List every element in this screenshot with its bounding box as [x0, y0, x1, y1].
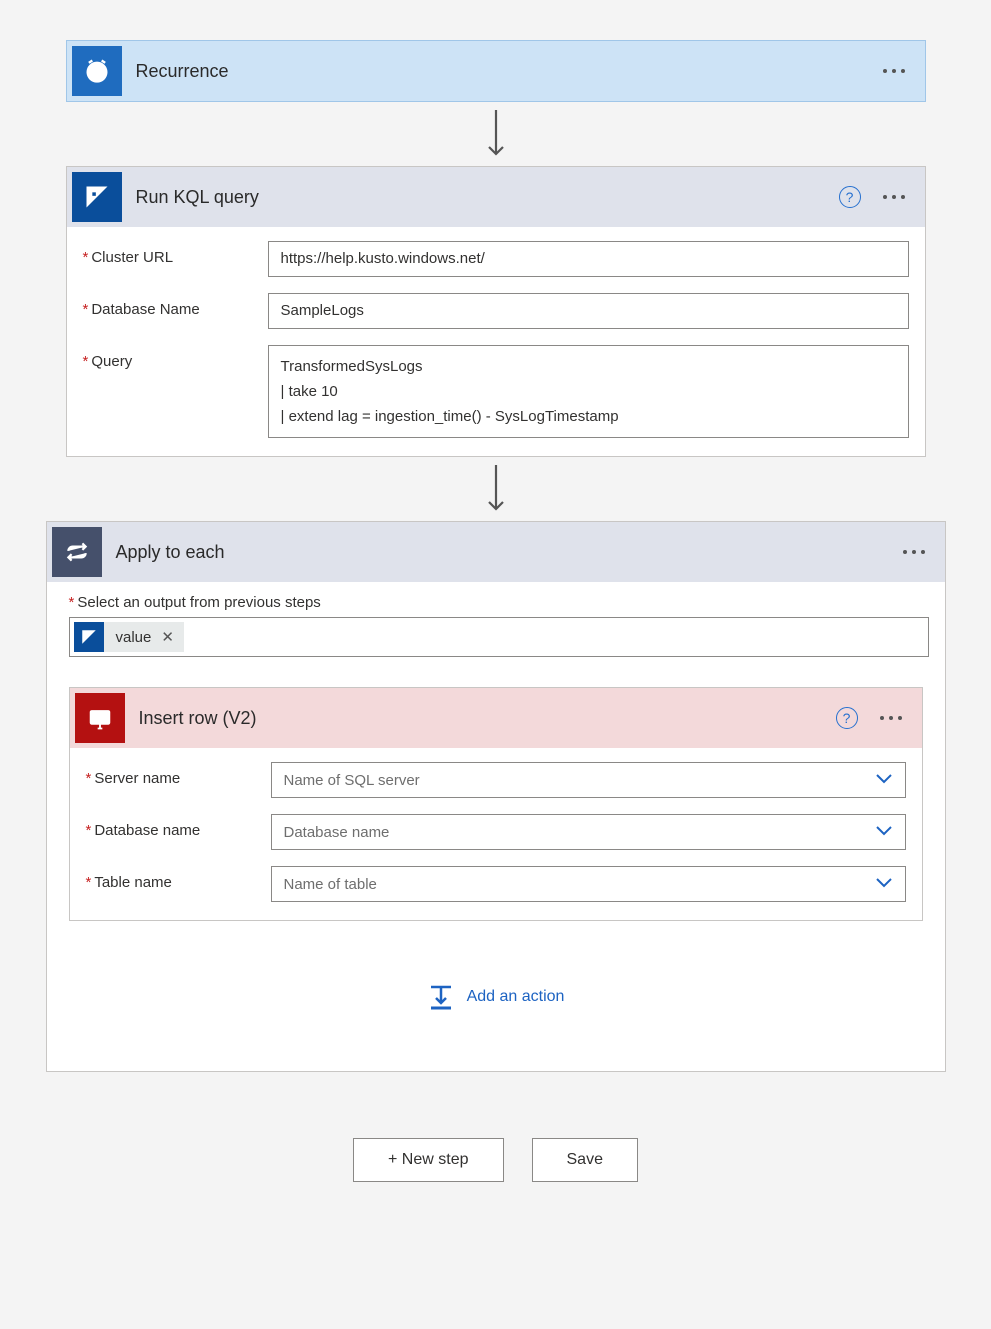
select-output-label: *Select an output from previous steps	[69, 594, 939, 611]
new-step-button[interactable]: + New step	[353, 1138, 503, 1182]
more-icon[interactable]	[879, 61, 909, 81]
clock-icon	[72, 46, 122, 96]
kusto-icon	[74, 622, 104, 652]
help-icon[interactable]: ?	[836, 707, 858, 729]
cluster-url-label: *Cluster URL	[83, 241, 268, 266]
table-name-label: *Table name	[86, 866, 271, 891]
select-output-input[interactable]: value ✕	[69, 617, 929, 657]
loop-icon	[52, 527, 102, 577]
database-name-select[interactable]: Database name	[271, 814, 906, 850]
arrow-down-icon	[45, 463, 946, 515]
add-action-button[interactable]: Add an action	[47, 923, 945, 1071]
help-icon[interactable]: ?	[839, 186, 861, 208]
more-icon[interactable]	[876, 708, 906, 728]
kql-title: Run KQL query	[136, 187, 839, 208]
svg-text:SQL: SQL	[94, 713, 109, 722]
save-button[interactable]: Save	[532, 1138, 638, 1182]
query-input[interactable]: TransformedSysLogs | take 10 | extend la…	[268, 345, 909, 438]
more-icon[interactable]	[879, 187, 909, 207]
table-name-select[interactable]: Name of table	[271, 866, 906, 902]
arrow-down-icon	[45, 108, 946, 160]
database-name-input[interactable]: SampleLogs	[268, 293, 909, 329]
remove-token-icon[interactable]: ✕	[161, 628, 184, 646]
insert-row-step[interactable]: SQL Insert row (V2) ? *Server name Name …	[69, 687, 923, 921]
foreach-title: Apply to each	[116, 542, 899, 563]
sql-icon: SQL	[75, 693, 125, 743]
chevron-down-icon	[875, 876, 893, 893]
server-name-select[interactable]: Name of SQL server	[271, 762, 906, 798]
chevron-down-icon	[875, 824, 893, 841]
run-kql-step[interactable]: Run KQL query ? *Cluster URL https://hel…	[66, 166, 926, 457]
recurrence-step[interactable]: Recurrence	[66, 40, 926, 102]
kusto-icon	[72, 172, 122, 222]
server-name-label: *Server name	[86, 762, 271, 787]
recurrence-title: Recurrence	[136, 61, 879, 82]
database-name-label: *Database name	[86, 814, 271, 839]
more-icon[interactable]	[899, 542, 929, 562]
cluster-url-input[interactable]: https://help.kusto.windows.net/	[268, 241, 909, 277]
database-name-label: *Database Name	[83, 293, 268, 318]
query-label: *Query	[83, 345, 268, 370]
chevron-down-icon	[875, 772, 893, 789]
apply-to-each-step[interactable]: Apply to each *Select an output from pre…	[46, 521, 946, 1072]
value-token[interactable]: value ✕	[74, 622, 184, 652]
insert-row-title: Insert row (V2)	[139, 708, 836, 729]
